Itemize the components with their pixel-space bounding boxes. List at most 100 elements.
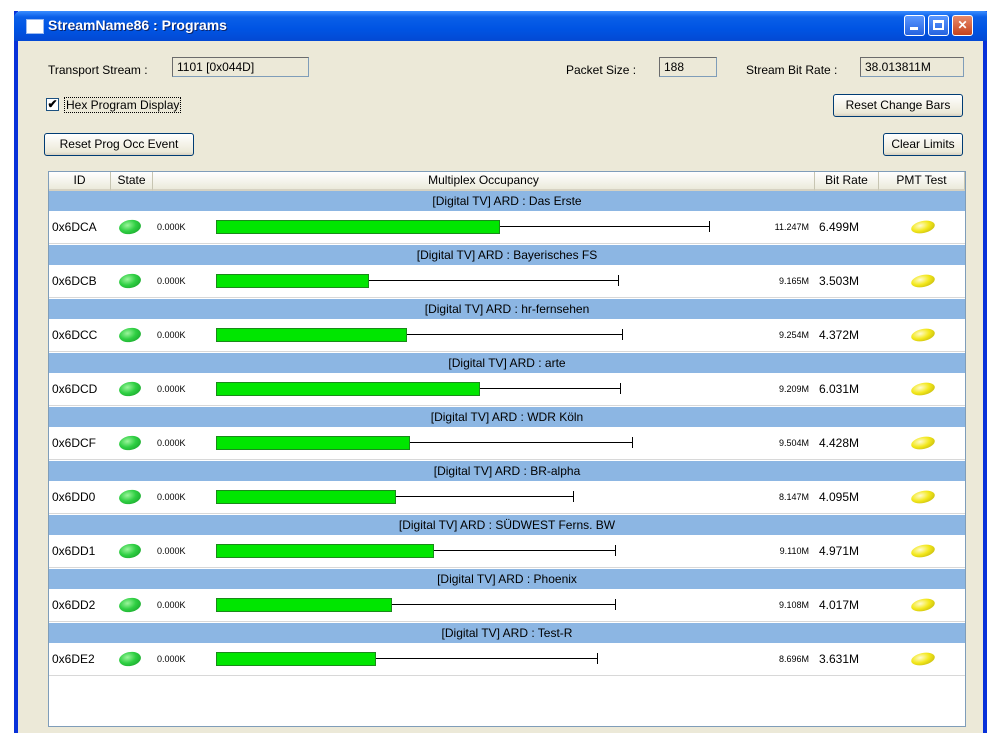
bit-rate-value: 6.499M [819, 220, 860, 234]
program-group-header[interactable]: [Digital TV] ARD : WDR Köln [49, 407, 965, 427]
pmt-test-icon [910, 650, 936, 668]
occupancy-event-value: 0.000K [157, 600, 186, 610]
peak-marker [620, 383, 621, 394]
program-row[interactable]: 0x6DCA 0.000K 11.247M 6.499M [49, 211, 965, 244]
program-id: 0x6DCB [52, 274, 97, 288]
occupancy-event-value: 0.000K [157, 546, 186, 556]
state-ok-icon [117, 650, 143, 668]
maximize-icon [933, 20, 944, 30]
program-row[interactable]: 0x6DCC 0.000K 9.254M 4.372M [49, 319, 965, 352]
window-icon [26, 19, 44, 34]
peak-marker [573, 491, 574, 502]
program-row[interactable]: 0x6DD0 0.000K 8.147M 4.095M [49, 481, 965, 514]
peak-bit-rate: 9.110M [779, 546, 809, 556]
occupancy-bar [216, 274, 369, 288]
peak-marker [632, 437, 633, 448]
peak-bit-rate: 8.696M [778, 654, 809, 664]
pmt-test-icon [910, 218, 936, 236]
state-ok-icon [117, 326, 143, 344]
program-group-header[interactable]: [Digital TV] ARD : Bayerisches FS [49, 245, 965, 265]
minimize-icon [910, 27, 918, 30]
program-group-header[interactable]: [Digital TV] ARD : SÜDWEST Ferns. BW [49, 515, 965, 535]
program-id: 0x6DCF [52, 436, 97, 450]
programs-list[interactable]: ID State Multiplex Occupancy Bit Rate PM… [48, 171, 966, 727]
program-row[interactable]: 0x6DE2 0.000K 8.696M 3.631M [49, 643, 965, 676]
pmt-test-icon [910, 326, 936, 344]
packet-size-label: Packet Size : [566, 63, 637, 77]
column-header-occupancy[interactable]: Multiplex Occupancy [153, 172, 815, 191]
peak-marker [622, 329, 623, 340]
program-id: 0x6DD2 [52, 598, 96, 612]
occupancy-event-value: 0.000K [157, 384, 186, 394]
program-id: 0x6DE2 [52, 652, 95, 666]
column-header-state[interactable]: State [111, 172, 153, 191]
program-row[interactable]: 0x6DD1 0.000K 9.110M 4.971M [49, 535, 965, 568]
packet-size-field: 188 [659, 57, 717, 77]
reset-change-bars-button[interactable]: Reset Change Bars [833, 94, 963, 117]
program-group-header[interactable]: [Digital TV] ARD : arte [49, 353, 965, 373]
program-row[interactable]: 0x6DD2 0.000K 9.108M 4.017M [49, 589, 965, 622]
peak-bit-rate: 9.254M [778, 330, 809, 340]
program-group-header[interactable]: [Digital TV] ARD : hr-fernsehen [49, 299, 965, 319]
program-group-header[interactable]: [Digital TV] ARD : Test-R [49, 623, 965, 643]
occupancy-event-value: 0.000K [157, 438, 186, 448]
state-ok-icon [117, 488, 143, 506]
peak-bit-rate: 11.247M [774, 222, 809, 232]
bit-rate-value: 3.631M [819, 652, 860, 666]
stream-bit-rate-field: 38.013811M [860, 57, 964, 77]
close-button[interactable]: ✕ [952, 15, 973, 36]
occupancy-bar [216, 220, 500, 234]
occupancy-event-value: 0.000K [157, 330, 186, 340]
program-group-header[interactable]: [Digital TV] ARD : BR-alpha [49, 461, 965, 481]
occupancy-event-value: 0.000K [157, 654, 186, 664]
program-id: 0x6DCD [52, 382, 98, 396]
peak-marker [618, 275, 619, 286]
state-ok-icon [117, 272, 143, 290]
clear-limits-button[interactable]: Clear Limits [883, 133, 963, 156]
peak-marker [709, 221, 710, 232]
transport-stream-label: Transport Stream : [48, 63, 148, 77]
state-ok-icon [117, 218, 143, 236]
peak-bit-rate: 9.209M [778, 384, 809, 394]
program-row[interactable]: 0x6DCF 0.000K 9.504M 4.428M [49, 427, 965, 460]
bit-rate-value: 3.503M [819, 274, 860, 288]
pmt-test-icon [910, 434, 936, 452]
program-group-header[interactable]: [Digital TV] ARD : Das Erste [49, 191, 965, 211]
program-row[interactable]: 0x6DCB 0.000K 9.165M 3.503M [49, 265, 965, 298]
bit-rate-value: 6.031M [819, 382, 860, 396]
peak-bit-rate: 8.147M [778, 492, 809, 502]
program-id: 0x6DD0 [52, 490, 96, 504]
occupancy-bar [216, 382, 480, 396]
peak-bit-rate: 9.504M [778, 438, 809, 448]
bit-rate-value: 4.095M [819, 490, 860, 504]
bit-rate-value: 4.428M [819, 436, 860, 450]
reset-prog-occ-event-button[interactable]: Reset Prog Occ Event [44, 133, 194, 156]
peak-marker [597, 653, 598, 664]
state-ok-icon [117, 380, 143, 398]
column-header-id[interactable]: ID [49, 172, 111, 191]
pmt-test-icon [910, 272, 936, 290]
peak-marker [615, 599, 616, 610]
minimize-button[interactable] [904, 15, 925, 36]
peak-bit-rate: 9.108M [778, 600, 809, 610]
occupancy-bar [216, 436, 410, 450]
hex-program-display-label: Hex Program Display [64, 97, 182, 113]
program-group-header[interactable]: [Digital TV] ARD : Phoenix [49, 569, 965, 589]
title-bar[interactable]: StreamName86 : Programs ✕ [14, 11, 987, 41]
occupancy-event-value: 0.000K [157, 222, 186, 232]
program-row[interactable]: 0x6DCD 0.000K 9.209M 6.031M [49, 373, 965, 406]
program-id: 0x6DD1 [52, 544, 96, 558]
bit-rate-value: 4.971M [819, 544, 860, 558]
state-ok-icon [117, 596, 143, 614]
checkbox-check-icon[interactable]: ✔ [46, 98, 59, 111]
program-id: 0x6DCA [52, 220, 97, 234]
program-id: 0x6DCC [52, 328, 98, 342]
peak-marker [615, 545, 616, 556]
transport-stream-field: 1101 [0x044D] [172, 57, 309, 77]
column-header-pmt-test[interactable]: PMT Test [879, 172, 965, 191]
state-ok-icon [117, 434, 143, 452]
pmt-test-icon [910, 488, 936, 506]
column-header-bit-rate[interactable]: Bit Rate [815, 172, 879, 191]
maximize-button[interactable] [928, 15, 949, 36]
stream-bit-rate-label: Stream Bit Rate : [746, 63, 838, 77]
